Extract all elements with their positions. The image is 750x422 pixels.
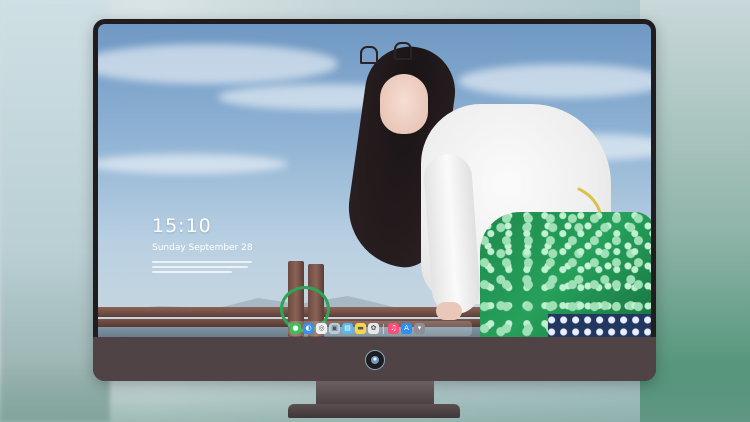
figure-skirt-hem (548, 314, 651, 337)
photos-icon[interactable]: ✿ (368, 323, 379, 334)
notification-line (152, 271, 232, 273)
cat-ear-headband (360, 46, 378, 64)
monitor-stand-neck (316, 381, 434, 405)
trash-icon[interactable]: ▾ (414, 323, 425, 334)
desktop-backdrop: 15:10 Sunday September 28 ● ◐ ◎ ▣ ▤ ▬ ✿ ♫ A ▾ (0, 0, 750, 422)
lock-screen[interactable]: 15:10 Sunday September 28 ● ◐ ◎ ▣ ▤ ▬ ✿ ♫ A ▾ (98, 24, 651, 337)
monitor-stand-base (288, 404, 460, 418)
monitor: 15:10 Sunday September 28 ● ◐ ◎ ▣ ▤ ▬ ✿ ♫ A ▾ (93, 19, 656, 381)
messages-icon[interactable]: ● (290, 323, 301, 334)
dock-separator (383, 323, 384, 334)
preview-icon[interactable]: ▣ (329, 323, 340, 334)
figure-hand (436, 302, 462, 320)
safari-icon[interactable]: ◎ (316, 323, 327, 334)
cloud (98, 44, 338, 84)
lock-screen-time: 15:10 (152, 215, 212, 237)
notification-line (152, 266, 248, 268)
claquette-icon[interactable]: ▤ (342, 323, 353, 334)
cloud (458, 64, 651, 98)
cat-ear-headband (394, 42, 412, 60)
monitor-chin (93, 337, 656, 381)
cloud (98, 154, 288, 174)
notification-line (152, 261, 252, 263)
dock: ● ◐ ◎ ▣ ▤ ▬ ✿ ♫ A ▾ (288, 321, 472, 336)
finder-icon[interactable]: ◐ (303, 323, 314, 334)
brand-logo-icon (365, 350, 385, 370)
notes-icon[interactable]: ▬ (355, 323, 366, 334)
figure-face (380, 74, 428, 134)
music-icon[interactable]: ♫ (388, 323, 399, 334)
lock-screen-date: Sunday September 28 (152, 243, 253, 253)
blurred-background-right (640, 0, 750, 422)
app-store-icon[interactable]: A (401, 323, 412, 334)
